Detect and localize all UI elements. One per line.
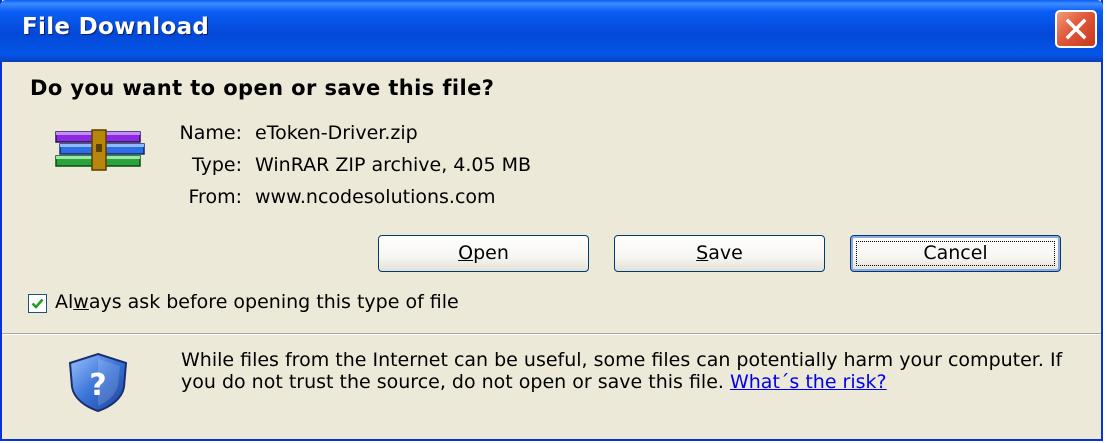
open-accel: O	[458, 242, 474, 264]
cancel-button[interactable]: Cancel	[850, 235, 1061, 272]
window-title: File Download	[22, 14, 210, 40]
security-shield-question-icon: ?	[62, 351, 134, 417]
file-type-value: WinRAR ZIP archive, 4.05 MB	[255, 154, 532, 176]
save-accel: S	[696, 242, 709, 264]
warning-text: While files from the Internet can be use…	[181, 349, 1063, 393]
svg-text:?: ?	[89, 368, 106, 403]
title-bar[interactable]: File Download	[0, 0, 1103, 62]
file-from-value: www.ncodesolutions.com	[255, 186, 496, 208]
always-ask-checkbox[interactable]	[28, 294, 47, 313]
open-label-rest: pen	[473, 242, 509, 264]
file-type-label: Type:	[191, 154, 242, 176]
close-button[interactable]	[1055, 10, 1097, 48]
security-warning: While files from the Internet can be use…	[181, 349, 1081, 393]
close-x-icon	[1065, 18, 1087, 40]
dialog-question: Do you want to open or save this file?	[30, 76, 495, 100]
open-button[interactable]: Open	[378, 235, 589, 272]
file-name-label: Name:	[179, 122, 242, 144]
file-from-label: From:	[188, 186, 242, 208]
file-download-dialog: File Download Do you want to open or sav…	[0, 0, 1103, 441]
checkmark-icon	[31, 298, 44, 309]
whats-the-risk-link[interactable]: What´s the risk?	[730, 371, 887, 393]
save-label-rest: ave	[708, 242, 743, 264]
file-name-value: eToken-Driver.zip	[255, 122, 418, 144]
focus-ring	[856, 241, 1055, 266]
separator	[2, 333, 1101, 335]
always-ask-label: Always ask before opening this type of f…	[55, 291, 459, 313]
save-button[interactable]: Save	[614, 235, 825, 272]
